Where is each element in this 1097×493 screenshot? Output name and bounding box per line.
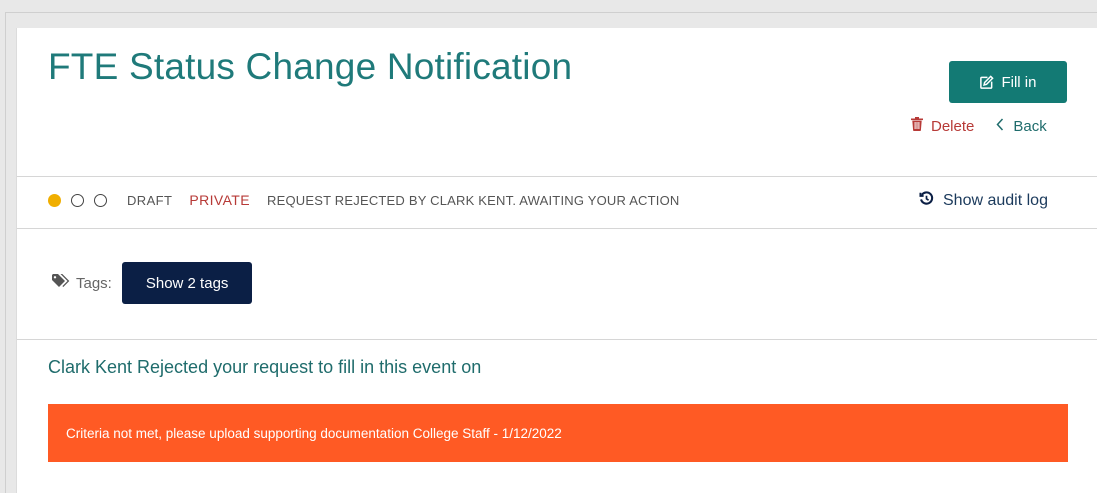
- chevron-left-icon: [996, 117, 1004, 135]
- trash-icon: [911, 117, 923, 135]
- fill-in-label: Fill in: [1001, 73, 1037, 91]
- tags-divider: [17, 339, 1097, 340]
- status-bar: DRAFT PRIVATE REQUEST REJECTED BY CLARK …: [48, 192, 680, 208]
- rejection-message: Clark Kent Rejected your request to fill…: [48, 357, 482, 377]
- rejection-alert: Criteria not met, please upload supporti…: [48, 404, 1068, 462]
- header-divider: [17, 176, 1097, 177]
- audit-label: Show audit log: [943, 192, 1048, 209]
- delete-label: Delete: [931, 117, 975, 135]
- tags-row: Tags: Show 2 tags: [52, 262, 253, 304]
- event-card: FTE Status Change Notification Fill in D…: [16, 28, 1097, 493]
- header-actions: Delete Back: [911, 117, 1047, 135]
- progress-step-1: [48, 193, 61, 207]
- history-icon: [919, 191, 934, 211]
- back-label: Back: [1013, 117, 1047, 135]
- status-message: REQUEST REJECTED BY CLARK KENT. AWAITING…: [266, 192, 680, 208]
- window-top-edge: [5, 12, 1097, 13]
- window-left-edge: [5, 12, 6, 493]
- show-audit-log-link[interactable]: Show audit log: [919, 191, 1048, 211]
- alert-text: Criteria not met, please upload supporti…: [66, 425, 562, 441]
- delete-link[interactable]: Delete: [911, 117, 974, 135]
- fill-in-button[interactable]: Fill in: [949, 61, 1067, 103]
- show-tags-button[interactable]: Show 2 tags: [121, 262, 253, 304]
- edit-icon: [979, 74, 995, 90]
- back-link[interactable]: Back: [996, 117, 1047, 135]
- tags-label: Tags:: [76, 274, 112, 292]
- page-title: FTE Status Change Notification: [48, 46, 573, 87]
- status-state: DRAFT: [127, 192, 173, 208]
- status-divider: [17, 228, 1097, 229]
- status-visibility: PRIVATE: [189, 192, 250, 208]
- progress-step-2: [71, 193, 84, 207]
- progress-step-3: [94, 193, 107, 207]
- tags-icon: [52, 274, 70, 292]
